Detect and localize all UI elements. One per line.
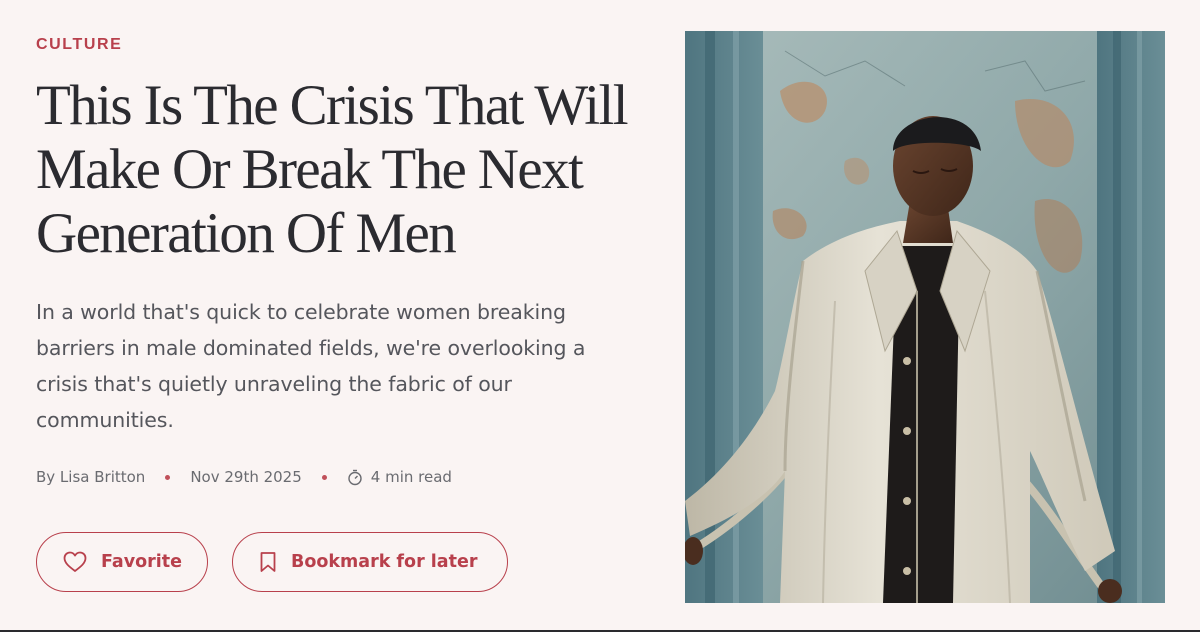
heart-icon [63, 551, 87, 573]
bookmark-icon [259, 551, 277, 573]
byline[interactable]: By Lisa Britton [36, 468, 145, 486]
article-hero: CULTURE This Is The Crisis That Will Mak… [0, 0, 1200, 632]
meta-separator-dot [321, 474, 327, 480]
meta-separator-dot [165, 474, 171, 480]
publish-date: Nov 29th 2025 [190, 468, 302, 486]
category-label[interactable]: CULTURE [36, 34, 656, 56]
article-header: CULTURE This Is The Crisis That Will Mak… [36, 30, 656, 592]
timer-icon [347, 469, 363, 486]
read-time: 4 min read [370, 468, 452, 486]
hero-image [685, 31, 1165, 603]
article-meta: By Lisa Britton Nov 29th 2025 4 min read [36, 466, 656, 488]
favorite-label: Favorite [101, 552, 183, 572]
bookmark-label: Bookmark for later [291, 552, 478, 572]
favorite-button[interactable]: Favorite [36, 532, 208, 592]
headline: This Is The Crisis That Will Make Or Bre… [36, 74, 629, 265]
article-actions: Favorite Bookmark for later [36, 532, 656, 592]
bookmark-button[interactable]: Bookmark for later [232, 532, 508, 592]
article-dek: In a world that's quick to celebrate wom… [36, 300, 586, 432]
